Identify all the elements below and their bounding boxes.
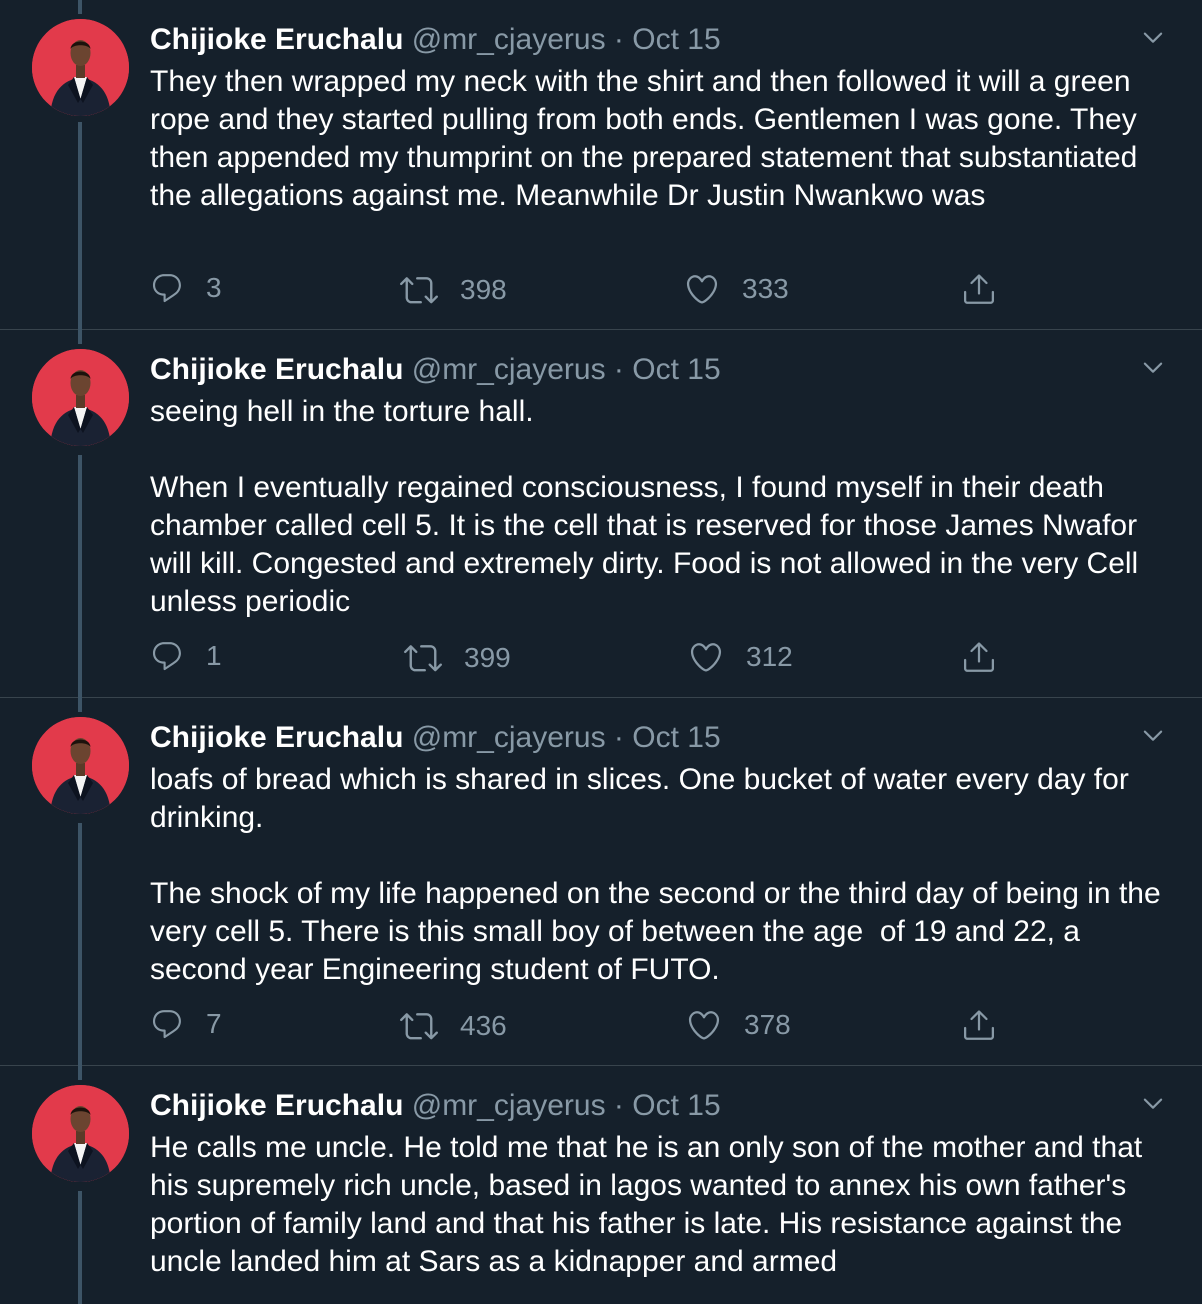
avatar[interactable] — [32, 1085, 129, 1182]
share-icon — [961, 639, 997, 675]
tweet[interactable]: Chijioke Eruchalu @mr_cjayerus · Oct 15 … — [0, 0, 1202, 330]
share-button[interactable] — [961, 1007, 997, 1043]
like-count: 378 — [744, 1009, 791, 1040]
chevron-down-icon[interactable] — [1140, 24, 1166, 50]
tweet-header: Chijioke Eruchalu @mr_cjayerus · Oct 15 — [150, 21, 721, 59]
reply-count: 3 — [206, 272, 222, 303]
separator: · — [613, 721, 624, 754]
retweet-button[interactable]: 398 — [400, 271, 507, 309]
thread-line — [78, 330, 82, 344]
retweet-icon — [400, 271, 438, 309]
tweet[interactable]: Chijioke Eruchalu @mr_cjayerus · Oct 15 … — [0, 698, 1202, 1066]
tweet-header: Chijioke Eruchalu @mr_cjayerus · Oct 15 — [150, 1087, 721, 1125]
retweet-icon — [404, 639, 442, 677]
tweet-text: loafs of bread which is shared in slices… — [150, 763, 1161, 986]
avatar[interactable] — [32, 349, 129, 446]
avatar[interactable] — [32, 717, 129, 814]
tweet-date[interactable]: Oct 15 — [632, 353, 720, 386]
heart-icon — [684, 271, 720, 307]
reply-icon — [150, 1007, 184, 1041]
reply-button[interactable]: 7 — [150, 1007, 222, 1041]
retweet-button[interactable]: 399 — [404, 639, 511, 677]
tweet-actions: 3 398 333 — [0, 271, 1202, 311]
like-count: 312 — [746, 641, 793, 672]
thread-line — [78, 698, 82, 712]
share-button[interactable] — [961, 639, 997, 675]
tweet-actions: 1 399 312 — [0, 639, 1202, 679]
separator: · — [613, 1089, 624, 1122]
tweet[interactable]: Chijioke Eruchalu @mr_cjayerus · Oct 15 … — [0, 1066, 1202, 1304]
tweet-date[interactable]: Oct 15 — [632, 1089, 720, 1122]
heart-icon — [688, 639, 724, 675]
share-icon — [961, 1007, 997, 1043]
thread-line — [78, 1191, 82, 1304]
heart-icon — [686, 1007, 722, 1043]
reply-icon — [150, 271, 184, 305]
reply-icon — [150, 639, 184, 673]
avatar[interactable] — [32, 19, 129, 116]
like-button[interactable]: 378 — [686, 1007, 791, 1043]
author-name[interactable]: Chijioke Eruchalu — [150, 721, 403, 754]
retweet-count: 436 — [460, 1010, 507, 1041]
retweet-count: 399 — [464, 642, 511, 673]
like-button[interactable]: 312 — [688, 639, 793, 675]
share-icon — [961, 271, 997, 307]
like-count: 333 — [742, 273, 789, 304]
author-name[interactable]: Chijioke Eruchalu — [150, 23, 403, 56]
tweet-text: seeing hell in the torture hall. When I … — [150, 395, 1139, 618]
retweet-count: 398 — [460, 274, 507, 305]
separator: · — [613, 23, 624, 56]
chevron-down-icon[interactable] — [1140, 722, 1166, 748]
author-handle[interactable]: @mr_cjayerus — [412, 353, 606, 386]
author-handle[interactable]: @mr_cjayerus — [412, 23, 606, 56]
thread-line — [78, 1066, 82, 1080]
tweet-text: They then wrapped my neck with the shirt… — [150, 65, 1146, 212]
thread-line — [78, 0, 82, 14]
reply-button[interactable]: 3 — [150, 271, 222, 305]
reply-count: 7 — [206, 1008, 222, 1039]
tweet-actions: 7 436 378 — [0, 1007, 1202, 1047]
separator: · — [613, 353, 624, 386]
reply-count: 1 — [206, 640, 222, 671]
tweet[interactable]: Chijioke Eruchalu @mr_cjayerus · Oct 15 … — [0, 330, 1202, 698]
author-name[interactable]: Chijioke Eruchalu — [150, 1089, 403, 1122]
tweet-date[interactable]: Oct 15 — [632, 721, 720, 754]
tweet-date[interactable]: Oct 15 — [632, 23, 720, 56]
chevron-down-icon[interactable] — [1140, 354, 1166, 380]
reply-button[interactable]: 1 — [150, 639, 222, 673]
retweet-button[interactable]: 436 — [400, 1007, 507, 1045]
tweet-text: He calls me uncle. He told me that he is… — [150, 1131, 1151, 1278]
author-name[interactable]: Chijioke Eruchalu — [150, 353, 403, 386]
author-handle[interactable]: @mr_cjayerus — [412, 721, 606, 754]
share-button[interactable] — [961, 271, 997, 307]
author-handle[interactable]: @mr_cjayerus — [412, 1089, 606, 1122]
tweet-header: Chijioke Eruchalu @mr_cjayerus · Oct 15 — [150, 719, 721, 757]
like-button[interactable]: 333 — [684, 271, 789, 307]
chevron-down-icon[interactable] — [1140, 1090, 1166, 1116]
tweet-header: Chijioke Eruchalu @mr_cjayerus · Oct 15 — [150, 351, 721, 389]
retweet-icon — [400, 1007, 438, 1045]
